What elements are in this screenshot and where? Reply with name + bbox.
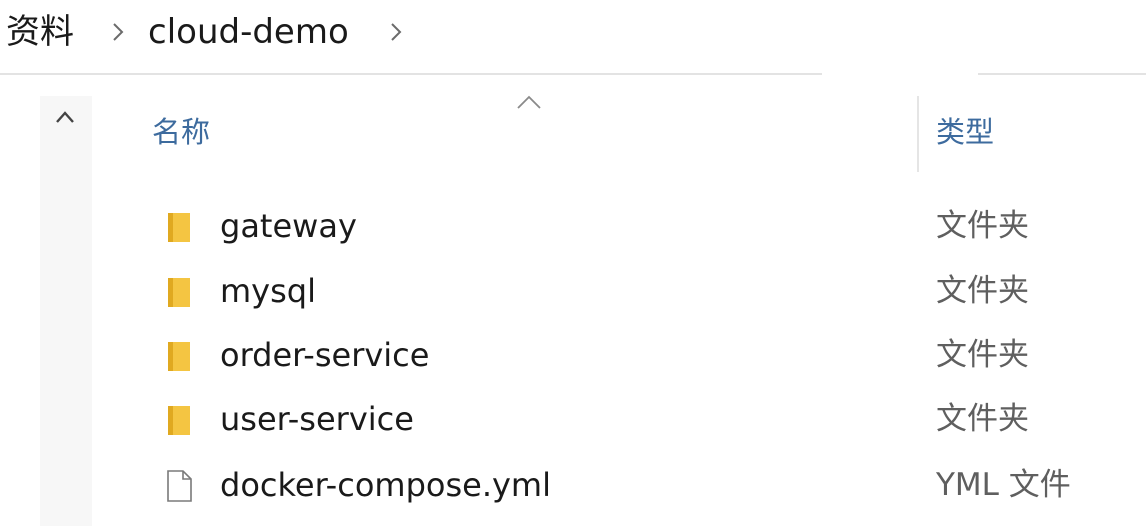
- file-row-order-service[interactable]: order-service 文件夹: [150, 325, 1146, 387]
- file-name: gateway: [220, 207, 357, 245]
- chevron-right-icon[interactable]: [384, 20, 408, 44]
- file-type: YML 文件: [936, 467, 1071, 503]
- file-name: user-service: [220, 400, 414, 438]
- sort-ascending-icon: [517, 95, 541, 109]
- chevron-right-icon: [113, 23, 124, 41]
- folder-icon: [168, 213, 190, 242]
- toolbar-divider: [978, 73, 1146, 75]
- file-type: 文件夹: [936, 401, 1029, 437]
- breadcrumb: 资料 cloud-demo: [0, 0, 1146, 70]
- file-type: 文件夹: [936, 208, 1029, 244]
- column-divider[interactable]: [917, 96, 919, 172]
- breadcrumb-item-ziliao[interactable]: 资料: [6, 12, 74, 52]
- folder-icon: [168, 342, 190, 371]
- document-icon: [167, 470, 192, 502]
- navigation-pane-edge: [40, 96, 92, 526]
- file-row-mysql[interactable]: mysql 文件夹: [150, 261, 1146, 323]
- file-type: 文件夹: [936, 337, 1029, 373]
- breadcrumb-item-cloud-demo[interactable]: cloud-demo: [148, 12, 349, 52]
- folder-icon: [168, 278, 190, 307]
- folder-icon: [168, 406, 190, 435]
- file-type: 文件夹: [936, 273, 1029, 309]
- file-name: mysql: [220, 272, 316, 310]
- file-row-docker-compose[interactable]: docker-compose.yml YML 文件: [150, 455, 1146, 517]
- chevron-up-icon[interactable]: [52, 104, 78, 130]
- file-name: docker-compose.yml: [220, 466, 551, 504]
- file-row-user-service[interactable]: user-service 文件夹: [150, 389, 1146, 451]
- file-name: order-service: [220, 336, 430, 374]
- column-header-type[interactable]: 类型: [936, 113, 994, 151]
- file-row-gateway[interactable]: gateway 文件夹: [150, 196, 1146, 258]
- toolbar-divider: [0, 73, 822, 75]
- column-header-name[interactable]: 名称: [152, 113, 210, 151]
